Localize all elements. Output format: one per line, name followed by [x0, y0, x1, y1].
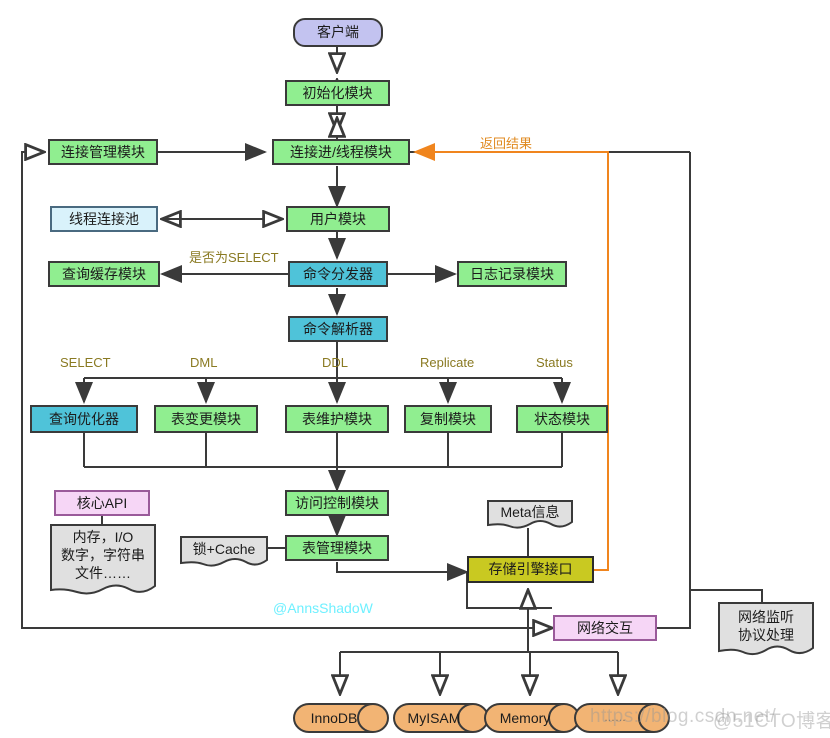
node-lock-cache[interactable]: 锁+Cache	[178, 534, 270, 570]
node-conn-thread-label: 连接进/线程模块	[290, 143, 392, 160]
edge-label-ddl: DDL	[322, 355, 349, 370]
node-core-api-label: 核心API	[76, 494, 128, 511]
node-cmd-dispatcher[interactable]: 命令分发器	[288, 261, 388, 287]
node-cmd-dispatcher-label: 命令分发器	[303, 265, 373, 282]
node-core-api[interactable]: 核心API	[54, 490, 150, 516]
edge-label-replicate: Replicate	[420, 355, 475, 370]
node-network-io[interactable]: 网络交互	[553, 615, 657, 641]
node-user-module[interactable]: 用户模块	[286, 206, 390, 232]
node-query-cache[interactable]: 查询缓存模块	[48, 261, 160, 287]
node-meta-info[interactable]: Meta信息	[485, 498, 575, 532]
node-table-mgmt[interactable]: 表管理模块	[285, 535, 389, 561]
node-resources[interactable]: 内存，I/O 数字，字符串 文件……	[48, 522, 158, 600]
node-storage-engine-interface[interactable]: 存储引擎接口	[467, 556, 594, 583]
node-query-optimizer-label: 查询优化器	[49, 410, 119, 427]
node-log-module[interactable]: 日志记录模块	[457, 261, 567, 287]
node-init-module[interactable]: 初始化模块	[285, 80, 390, 106]
node-cmd-parser[interactable]: 命令解析器	[288, 316, 388, 342]
engine-memory[interactable]: Memory	[483, 702, 581, 734]
edge-label-is-select: 是否为SELECT	[189, 250, 279, 265]
node-init-module-label: 初始化模块	[302, 84, 373, 101]
node-network-listen[interactable]: 网络监听 协议处理	[716, 600, 816, 662]
engine-innodb[interactable]: InnoDB	[292, 702, 390, 734]
connector-lines	[21, 47, 763, 738]
node-storage-engine-interface-label: 存储引擎接口	[488, 561, 573, 578]
node-client[interactable]: 客户端	[293, 18, 383, 47]
node-table-mgmt-label: 表管理模块	[302, 539, 372, 556]
engine-innodb-label: InnoDB	[310, 710, 358, 726]
node-network-listen-text: 网络监听 协议处理	[738, 609, 794, 643]
edge-label-dml: DML	[190, 355, 218, 370]
edge-label-return-result: 返回结果	[480, 136, 533, 151]
node-conn-thread[interactable]: 连接进/线程模块	[272, 139, 410, 165]
node-lock-cache-text: 锁+Cache	[192, 541, 256, 558]
engine-myisam-label: MyISAM	[407, 710, 461, 726]
node-access-control-label: 访问控制模块	[295, 494, 379, 511]
edge-label-select: SELECT	[60, 355, 111, 370]
node-cmd-parser-label: 命令解析器	[303, 320, 373, 337]
edge-label-status: Status	[536, 355, 573, 370]
node-table-change[interactable]: 表变更模块	[154, 405, 258, 433]
node-replicate-module-label: 复制模块	[420, 410, 476, 427]
node-status-module[interactable]: 状态模块	[516, 405, 608, 433]
node-client-label: 客户端	[317, 24, 359, 41]
engine-myisam[interactable]: MyISAM	[392, 702, 490, 734]
node-user-module-label: 用户模块	[310, 210, 366, 227]
brand-watermark: @51CTO博客	[713, 711, 830, 732]
node-conn-mgmt[interactable]: 连接管理模块	[48, 139, 158, 165]
node-table-maintain-label: 表维护模块	[302, 410, 372, 427]
node-table-maintain[interactable]: 表维护模块	[285, 405, 389, 433]
node-query-optimizer[interactable]: 查询优化器	[30, 405, 138, 433]
node-thread-pool[interactable]: 线程连接池	[50, 206, 158, 232]
engine-memory-label: Memory	[499, 710, 551, 726]
node-conn-mgmt-label: 连接管理模块	[61, 143, 145, 160]
node-access-control[interactable]: 访问控制模块	[285, 490, 389, 516]
node-meta-info-text: Meta信息	[500, 504, 560, 521]
node-log-module-label: 日志记录模块	[470, 265, 554, 282]
node-resources-text: 内存，I/O 数字，字符串 文件……	[61, 529, 145, 581]
node-replicate-module[interactable]: 复制模块	[404, 405, 492, 433]
node-network-io-label: 网络交互	[577, 619, 633, 636]
node-table-change-label: 表变更模块	[171, 410, 241, 427]
node-status-module-label: 状态模块	[534, 410, 590, 427]
diagram-canvas: 客户端 初始化模块 连接管理模块 连接进/线程模块 线程连接池 用户模块 查询缓…	[0, 0, 830, 738]
node-query-cache-label: 查询缓存模块	[62, 265, 146, 282]
node-thread-pool-label: 线程连接池	[69, 210, 139, 227]
author-watermark: @AnnsShadoW	[273, 600, 373, 616]
